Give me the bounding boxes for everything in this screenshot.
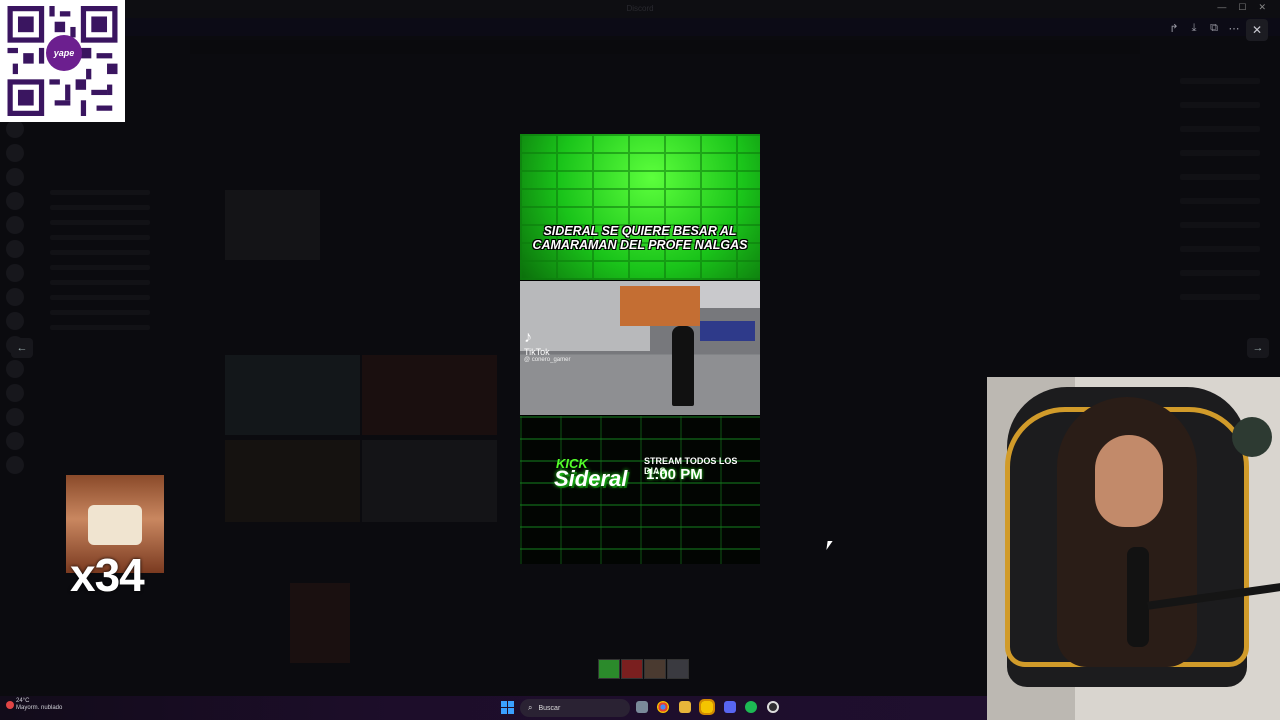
weather-desc: Mayorm. nublado bbox=[16, 705, 63, 711]
message-image bbox=[225, 440, 360, 522]
window-controls: — ☐ ✕ bbox=[1217, 2, 1266, 13]
video-title: SIDERAL SE QUIERE BESAR AL CAMARAMAN DEL… bbox=[532, 224, 748, 252]
webcam-feed bbox=[987, 377, 1280, 720]
search-placeholder: Buscar bbox=[538, 704, 561, 712]
weather-widget[interactable]: 24°C Mayorm. nublado bbox=[6, 698, 63, 712]
title-bar: Discord bbox=[0, 0, 1280, 18]
person bbox=[672, 326, 694, 406]
video-clip: ♪ TikTok @ conero_gamer bbox=[520, 281, 760, 415]
taskbar: 24°C Mayorm. nublado ⌕ Buscar bbox=[0, 696, 987, 720]
truck bbox=[700, 321, 755, 341]
forward-icon[interactable]: ↱ bbox=[1166, 19, 1182, 37]
brick-pattern bbox=[520, 134, 760, 280]
yape-logo: yape bbox=[46, 35, 82, 71]
tiktok-handle: @ conero_gamer bbox=[524, 357, 571, 363]
microphone-icon bbox=[1127, 547, 1149, 647]
thumbnail[interactable] bbox=[667, 659, 689, 679]
start-button[interactable] bbox=[501, 701, 514, 714]
window-title: Discord bbox=[626, 4, 654, 13]
qr-code: yape bbox=[0, 0, 125, 122]
message-image bbox=[290, 583, 350, 663]
obs-icon[interactable] bbox=[767, 701, 779, 713]
brand-logo: Sideral bbox=[554, 466, 628, 491]
message-image bbox=[225, 190, 320, 260]
weather-icon bbox=[6, 701, 14, 709]
maximize-icon[interactable]: ☐ bbox=[1238, 2, 1246, 13]
media-thumbnails bbox=[598, 659, 689, 679]
video-promo-banner: KICK Sideral STREAM TODOS LOS DIAS 1:00 … bbox=[520, 416, 760, 564]
yape-logo-text: yape bbox=[53, 48, 75, 58]
more-icon[interactable]: ⋯ bbox=[1226, 19, 1242, 37]
weather-temp: 24°C bbox=[16, 698, 30, 704]
minimize-icon[interactable]: — bbox=[1217, 2, 1226, 13]
plush-toy bbox=[1232, 417, 1272, 457]
tiktok-icon: ♪ bbox=[524, 329, 532, 346]
message-image bbox=[362, 355, 497, 435]
streamer-face bbox=[1095, 435, 1163, 527]
emote-face bbox=[88, 505, 142, 545]
close-window-icon[interactable]: ✕ bbox=[1258, 2, 1266, 13]
discord-icon[interactable] bbox=[724, 701, 736, 713]
task-view-icon[interactable] bbox=[636, 701, 648, 713]
channel-list bbox=[30, 180, 190, 380]
nav-bar bbox=[0, 18, 1280, 36]
thumbnail[interactable] bbox=[598, 659, 620, 679]
building bbox=[620, 286, 700, 326]
taskbar-search[interactable]: ⌕ Buscar bbox=[520, 699, 630, 717]
server-list bbox=[0, 120, 30, 500]
member-list bbox=[1150, 60, 1280, 360]
tiktok-watermark: ♪ TikTok @ conero_gamer bbox=[524, 329, 570, 363]
tiktok-label: TikTok bbox=[524, 347, 550, 357]
thumbnail[interactable] bbox=[621, 659, 643, 679]
video-title-banner: SIDERAL SE QUIERE BESAR AL CAMARAMAN DEL… bbox=[520, 134, 760, 280]
chrome-icon[interactable] bbox=[657, 701, 669, 713]
spotify-icon[interactable] bbox=[745, 701, 757, 713]
thumbnail[interactable] bbox=[644, 659, 666, 679]
viewer-toolbar: ↱ ⤓ ⧉ ⋯ ✕ bbox=[1166, 19, 1268, 41]
next-media-button[interactable]: → bbox=[1247, 338, 1269, 358]
previous-media-button[interactable]: ← bbox=[11, 338, 33, 358]
emote-count: x34 bbox=[70, 549, 145, 601]
media-video[interactable]: SIDERAL SE QUIERE BESAR AL CAMARAMAN DEL… bbox=[520, 134, 760, 564]
sticky-notes-icon[interactable] bbox=[699, 699, 715, 715]
download-icon[interactable]: ⤓ bbox=[1186, 19, 1202, 37]
close-viewer-button[interactable]: ✕ bbox=[1246, 19, 1268, 41]
search-icon: ⌕ bbox=[528, 703, 533, 712]
message-image bbox=[225, 355, 360, 435]
file-explorer-icon[interactable] bbox=[679, 701, 691, 713]
open-external-icon[interactable]: ⧉ bbox=[1206, 19, 1222, 37]
stream-time: 1:00 PM bbox=[646, 466, 703, 483]
message-image bbox=[362, 440, 497, 522]
channel-header bbox=[190, 40, 1140, 54]
